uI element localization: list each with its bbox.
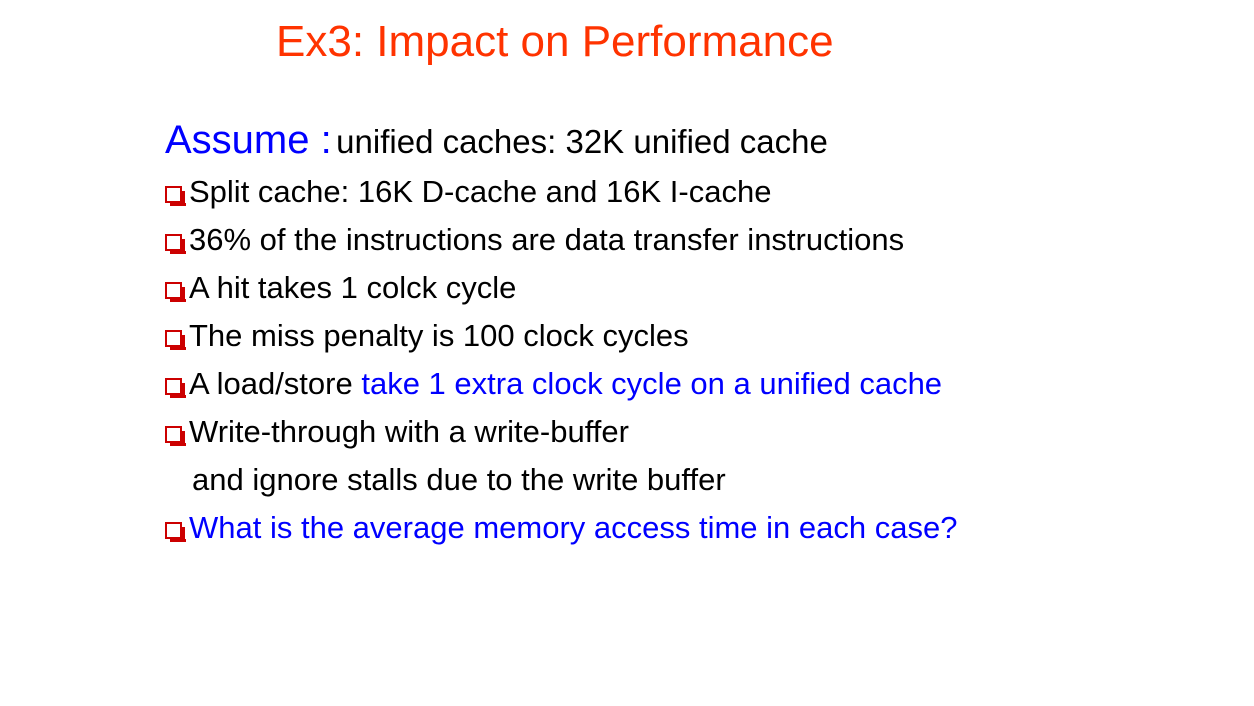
- bullet-square-icon: [165, 426, 186, 446]
- bullet-item-write-through: Write-through with a write-buffer: [165, 412, 629, 452]
- bullet-item-load-store: A load/store take 1 extra clock cycle on…: [165, 364, 942, 404]
- bullet-square-icon: [165, 234, 186, 254]
- bullet-continuation-text: and ignore stalls due to the write buffe…: [192, 462, 726, 497]
- assume-label: Assume :: [165, 118, 332, 162]
- bullet-text: A hit takes 1 colck cycle: [189, 270, 517, 305]
- bullet-text-highlight: take 1 extra clock cycle on a unified ca…: [361, 366, 943, 401]
- bullet-item-miss-penalty: The miss penalty is 100 clock cycles: [165, 316, 689, 356]
- bullet-text: 36% of the instructions are data transfe…: [189, 222, 905, 257]
- bullet-text: The miss penalty is 100 clock cycles: [189, 318, 689, 353]
- slide-title: Ex3: Impact on Performance: [276, 17, 834, 66]
- bullet-text: A load/store: [189, 366, 362, 401]
- bullet-item-question: What is the average memory access time i…: [165, 508, 957, 548]
- bullet-item-data-transfer: 36% of the instructions are data transfe…: [165, 220, 904, 260]
- bullet-square-icon: [165, 522, 186, 542]
- bullet-item-hit-time: A hit takes 1 colck cycle: [165, 268, 516, 308]
- bullet-text: Split cache: 16K D-cache and 16K I-cache: [189, 174, 772, 209]
- bullet-square-icon: [165, 330, 186, 350]
- question-text: What is the average memory access time i…: [189, 510, 958, 545]
- bullet-square-icon: [165, 186, 186, 206]
- bullet-text: Write-through with a write-buffer: [189, 414, 629, 449]
- assume-line: Assume : unified caches: 32K unified cac…: [165, 112, 828, 168]
- bullet-square-icon: [165, 282, 186, 302]
- bullet-square-icon: [165, 378, 186, 398]
- assume-text: unified caches: 32K unified cache: [336, 123, 828, 160]
- bullet-item-split-cache: Split cache: 16K D-cache and 16K I-cache: [165, 172, 771, 212]
